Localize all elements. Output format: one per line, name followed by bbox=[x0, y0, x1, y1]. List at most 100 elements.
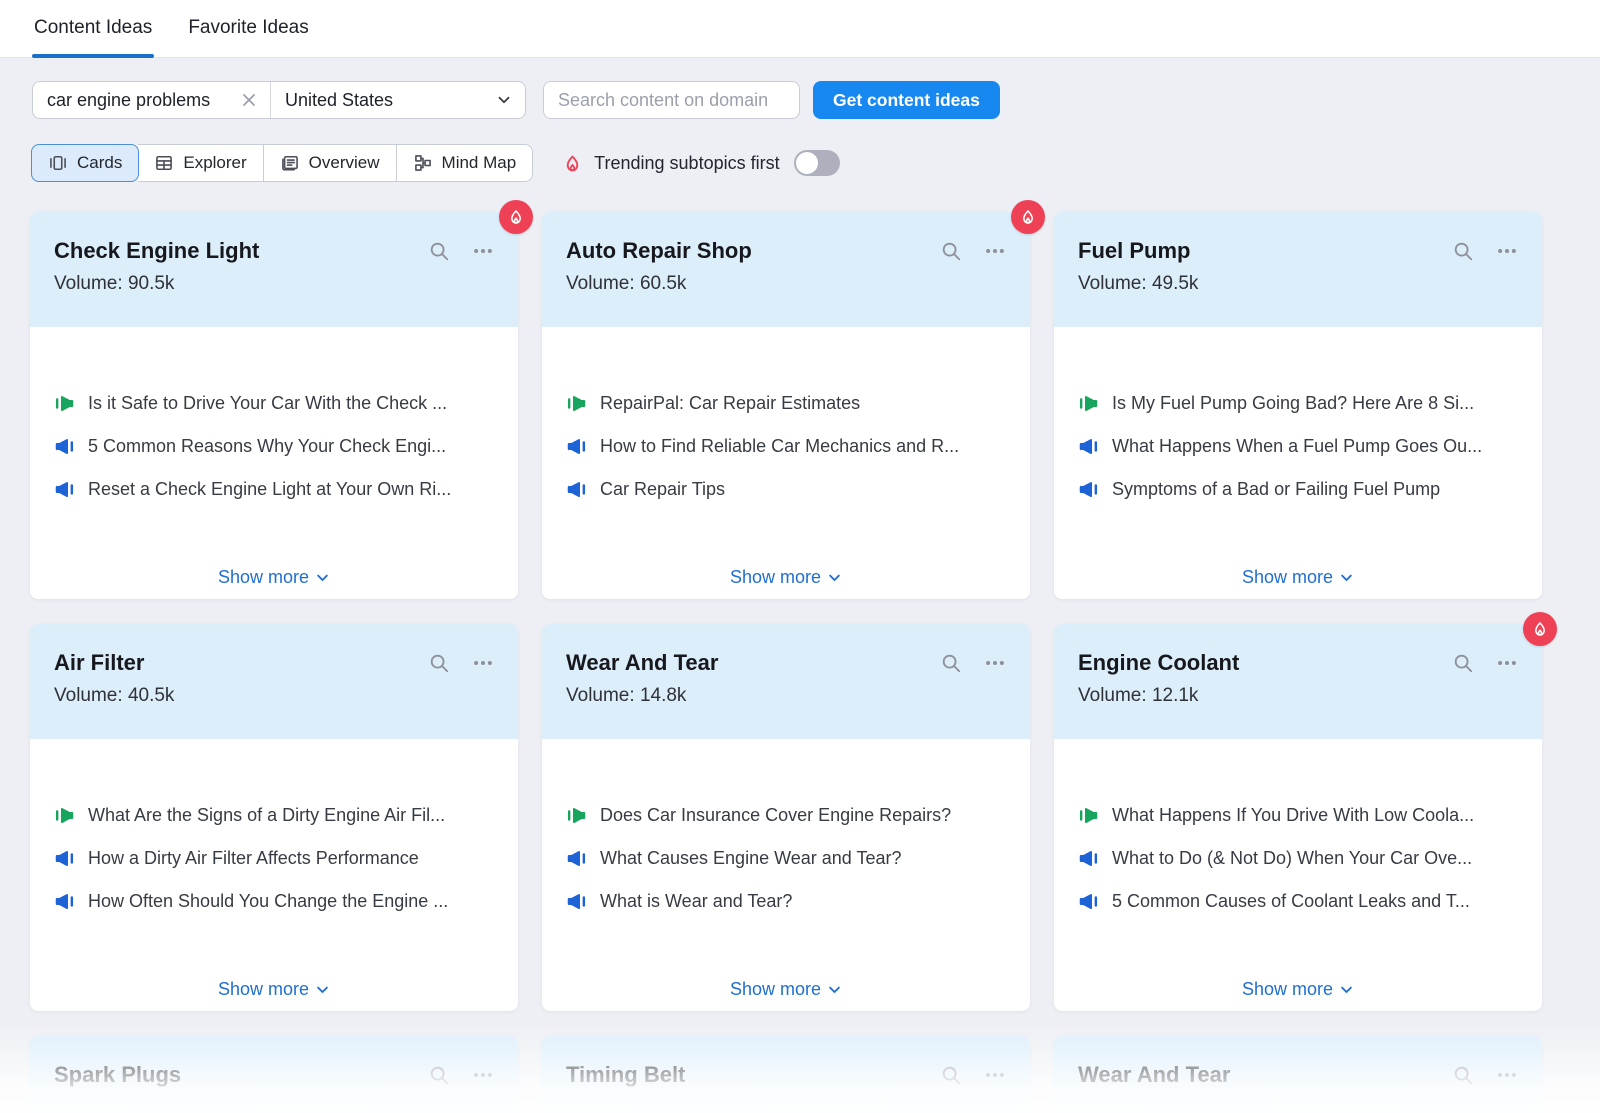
topic-card-timing-belt: Timing Belt bbox=[542, 1036, 1030, 1113]
card-volume: Volume: 60.5k bbox=[566, 273, 1006, 295]
headline-text: What Causes Engine Wear and Tear? bbox=[600, 848, 902, 869]
toolbar: United States Get content ideas bbox=[0, 58, 1600, 182]
headline-item[interactable]: Does Car Insurance Cover Engine Repairs? bbox=[566, 801, 1006, 829]
headline-item[interactable]: What Happens When a Fuel Pump Goes Ou... bbox=[1078, 432, 1518, 460]
show-more-link[interactable]: Show more bbox=[30, 567, 518, 588]
card-search-icon[interactable] bbox=[1452, 652, 1474, 674]
card-title: Wear And Tear bbox=[1078, 1062, 1452, 1087]
show-more-link[interactable]: Show more bbox=[542, 567, 1030, 588]
headline-item[interactable]: 5 Common Causes of Coolant Leaks and T..… bbox=[1078, 887, 1518, 915]
headline-item[interactable]: How to Find Reliable Car Mechanics and R… bbox=[566, 432, 1006, 460]
megaphone-icon bbox=[1078, 436, 1099, 457]
card-header: Fuel Pump Volum bbox=[1054, 212, 1542, 327]
clear-search-icon[interactable] bbox=[238, 89, 260, 111]
megaphone-icon bbox=[1078, 805, 1099, 826]
megaphone-icon bbox=[566, 479, 587, 500]
view-overview-button[interactable]: Overview bbox=[264, 144, 397, 182]
card-body: What Are the Signs of a Dirty Engine Air… bbox=[30, 739, 518, 1011]
trending-fire-badge bbox=[1523, 612, 1557, 646]
megaphone-icon bbox=[566, 393, 587, 414]
content-ideas-grid: Check Engine Light bbox=[30, 212, 1542, 1113]
card-menu-icon[interactable] bbox=[472, 1064, 494, 1086]
topic-card-air-filter: Air Filter Volu bbox=[30, 624, 518, 1011]
card-header: Wear And Tear bbox=[1054, 1036, 1542, 1113]
search-query-field[interactable] bbox=[33, 82, 271, 118]
domain-search-input[interactable] bbox=[543, 81, 800, 119]
headline-text: 5 Common Causes of Coolant Leaks and T..… bbox=[1112, 891, 1470, 912]
megaphone-icon bbox=[54, 891, 75, 912]
card-header: Spark Plugs bbox=[30, 1036, 518, 1113]
headline-item[interactable]: What Happens If You Drive With Low Coola… bbox=[1078, 801, 1518, 829]
card-search-icon[interactable] bbox=[940, 1064, 962, 1086]
topic-card-fuel-pump: Fuel Pump Volum bbox=[1054, 212, 1542, 599]
tab-favorite-ideas[interactable]: Favorite Ideas bbox=[186, 17, 310, 57]
trending-fire-badge bbox=[499, 200, 533, 234]
card-menu-icon[interactable] bbox=[472, 240, 494, 262]
show-more-link[interactable]: Show more bbox=[542, 979, 1030, 1000]
card-menu-icon[interactable] bbox=[1496, 652, 1518, 674]
view-mindmap-button[interactable]: Mind Map bbox=[397, 144, 534, 182]
view-cards-label: Cards bbox=[77, 153, 122, 173]
card-header: Timing Belt bbox=[542, 1036, 1030, 1113]
headline-item[interactable]: Symptoms of a Bad or Failing Fuel Pump bbox=[1078, 475, 1518, 503]
card-body: What Happens If You Drive With Low Coola… bbox=[1054, 739, 1542, 1011]
card-menu-icon[interactable] bbox=[1496, 1064, 1518, 1086]
card-search-icon[interactable] bbox=[428, 652, 450, 674]
card-header: Check Engine Light bbox=[30, 212, 518, 327]
card-search-icon[interactable] bbox=[1452, 1064, 1474, 1086]
headline-text: How a Dirty Air Filter Affects Performan… bbox=[88, 848, 419, 869]
card-title: Spark Plugs bbox=[54, 1062, 428, 1087]
show-more-link[interactable]: Show more bbox=[1054, 979, 1542, 1000]
headline-item[interactable]: What Are the Signs of a Dirty Engine Air… bbox=[54, 801, 494, 829]
headline-text: Symptoms of a Bad or Failing Fuel Pump bbox=[1112, 479, 1440, 500]
card-search-icon[interactable] bbox=[940, 652, 962, 674]
topic-card-spark-plugs: Spark Plugs bbox=[30, 1036, 518, 1113]
card-menu-icon[interactable] bbox=[1496, 240, 1518, 262]
chevron-down-icon bbox=[315, 982, 330, 997]
views-row: Cards Explorer bbox=[32, 144, 1600, 182]
card-menu-icon[interactable] bbox=[984, 652, 1006, 674]
headline-item[interactable]: 5 Common Reasons Why Your Check Engi... bbox=[54, 432, 494, 460]
headline-item[interactable]: Is My Fuel Pump Going Bad? Here Are 8 Si… bbox=[1078, 389, 1518, 417]
tab-content-ideas[interactable]: Content Ideas bbox=[32, 17, 154, 57]
cards-view-icon bbox=[48, 153, 68, 173]
card-title: Auto Repair Shop bbox=[566, 238, 940, 263]
view-explorer-button[interactable]: Explorer bbox=[138, 144, 263, 182]
view-explorer-label: Explorer bbox=[183, 153, 246, 173]
get-content-ideas-button[interactable]: Get content ideas bbox=[813, 81, 1000, 119]
megaphone-icon bbox=[54, 848, 75, 869]
card-title: Engine Coolant bbox=[1078, 650, 1452, 675]
card-menu-icon[interactable] bbox=[984, 240, 1006, 262]
chevron-down-icon bbox=[827, 570, 842, 585]
headline-item[interactable]: Reset a Check Engine Light at Your Own R… bbox=[54, 475, 494, 503]
megaphone-icon bbox=[566, 436, 587, 457]
trending-toggle[interactable] bbox=[794, 150, 840, 176]
card-search-icon[interactable] bbox=[1452, 240, 1474, 262]
headline-item[interactable]: How a Dirty Air Filter Affects Performan… bbox=[54, 844, 494, 872]
headline-item[interactable]: How Often Should You Change the Engine .… bbox=[54, 887, 494, 915]
card-search-icon[interactable] bbox=[940, 240, 962, 262]
search-input[interactable] bbox=[47, 90, 238, 111]
chevron-down-icon bbox=[827, 982, 842, 997]
headline-item[interactable]: What to Do (& Not Do) When Your Car Ove.… bbox=[1078, 844, 1518, 872]
card-menu-icon[interactable] bbox=[472, 652, 494, 674]
card-menu-icon[interactable] bbox=[984, 1064, 1006, 1086]
show-more-link[interactable]: Show more bbox=[30, 979, 518, 1000]
view-cards-button[interactable]: Cards bbox=[31, 144, 139, 182]
headline-text: Is My Fuel Pump Going Bad? Here Are 8 Si… bbox=[1112, 393, 1474, 414]
region-select[interactable]: United States bbox=[271, 82, 525, 118]
headline-item[interactable]: Is it Safe to Drive Your Car With the Ch… bbox=[54, 389, 494, 417]
headline-text: What Happens If You Drive With Low Coola… bbox=[1112, 805, 1474, 826]
headline-item[interactable]: What Causes Engine Wear and Tear? bbox=[566, 844, 1006, 872]
card-search-icon[interactable] bbox=[428, 240, 450, 262]
card-search-icon[interactable] bbox=[428, 1064, 450, 1086]
headline-item[interactable]: RepairPal: Car Repair Estimates bbox=[566, 389, 1006, 417]
headline-item[interactable]: Car Repair Tips bbox=[566, 475, 1006, 503]
topic-card-check-engine-light: Check Engine Light bbox=[30, 212, 518, 599]
explorer-table-icon bbox=[154, 153, 174, 173]
headline-item[interactable]: What is Wear and Tear? bbox=[566, 887, 1006, 915]
card-title: Air Filter bbox=[54, 650, 428, 675]
show-more-link[interactable]: Show more bbox=[1054, 567, 1542, 588]
card-volume: Volume: 12.1k bbox=[1078, 685, 1518, 707]
card-header: Wear And Tear V bbox=[542, 624, 1030, 739]
